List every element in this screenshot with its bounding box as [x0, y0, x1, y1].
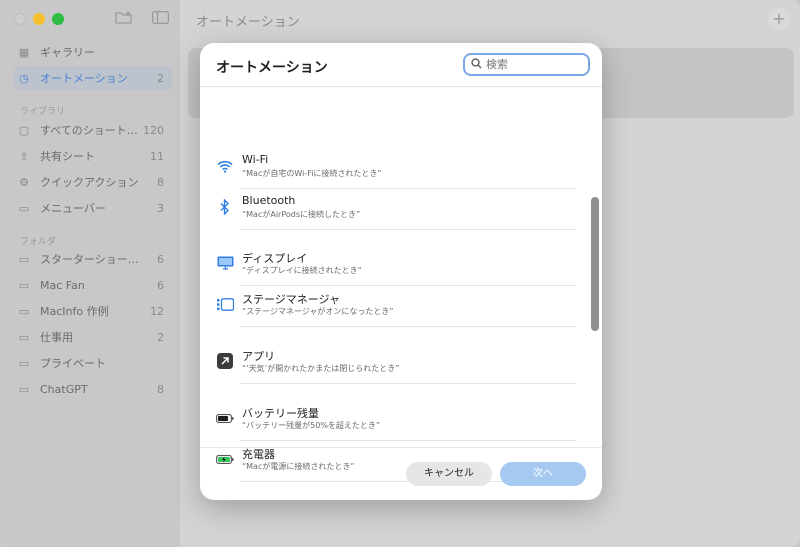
sidebar-item-count: 8 [157, 175, 164, 189]
list-item-subtitle: “MacがAirPodsに接続したとき” [242, 210, 361, 219]
list-item-bluetooth[interactable]: Bluetooth “MacがAirPodsに接続したとき” [216, 194, 576, 234]
row-divider [240, 188, 576, 189]
search-input[interactable] [486, 58, 576, 71]
wifi-icon [216, 157, 234, 175]
cancel-button[interactable]: キャンセル [406, 462, 492, 486]
folder-icon: ▭ [18, 356, 30, 370]
share-icon: ⇪ [19, 149, 29, 163]
automation-modal: オートメーション Wi-Fi “Macが自宅のWi-Fiに接続されたとき” Bl… [200, 43, 602, 500]
sidebar-item-label: プライベート [40, 357, 106, 370]
list-item-title: ステージマネージャ [242, 293, 341, 306]
folder-icon: ▭ [18, 382, 30, 396]
list-item-stage-manager[interactable]: ステージマネージャ “ステージマネージャがオンになったとき” [216, 291, 576, 331]
list-item-title: アプリ [242, 350, 275, 363]
maximize-window-button[interactable] [52, 13, 64, 25]
list-item-app[interactable]: アプリ “‘天気’が開かれたかまたは閉じられたとき” [216, 348, 576, 388]
list-item-subtitle: “‘天気’が開かれたかまたは閉じられたとき” [242, 364, 400, 373]
sidebar-item-count: 3 [157, 201, 164, 215]
sidebar-item-all-shortcuts[interactable]: ▢ すべてのショート… 120 [14, 118, 172, 142]
trigger-list: Wi-Fi “Macが自宅のWi-Fiに接続されたとき” Bluetooth “… [200, 87, 602, 482]
menu-bar-icon: ▭ [18, 201, 30, 215]
sidebar-item-label: Mac Fan [40, 278, 85, 292]
row-divider [240, 383, 576, 384]
sidebar-item-label: オートメーション [40, 72, 128, 85]
sidebar-item-label: MacInfo 作例 [40, 305, 109, 318]
titlebar: オートメーション + [0, 0, 800, 38]
sidebar-folder-work[interactable]: ▭ 仕事用 2 [14, 325, 172, 349]
row-divider [240, 285, 576, 286]
sidebar-item-count: 12 [150, 304, 164, 318]
sidebar-item-label: すべてのショート… [40, 124, 138, 137]
list-item-subtitle: “Macが電源に接続されたとき” [242, 462, 355, 471]
sidebar-folder-chatgpt[interactable]: ▭ ChatGPT 8 [14, 377, 172, 401]
sidebar-item-automation[interactable]: ◷ オートメーション 2 [14, 66, 172, 90]
row-divider [240, 229, 576, 230]
sidebar-item-count: 6 [157, 252, 164, 266]
minimize-window-button[interactable] [33, 13, 45, 25]
sidebar-item-count: 6 [157, 278, 164, 292]
list-item-title: ディスプレイ [242, 252, 308, 265]
scrollbar-thumb[interactable] [591, 197, 599, 331]
sidebar-item-count: 11 [150, 149, 164, 163]
search-field[interactable] [463, 53, 590, 76]
sidebar-item-label: クイックアクション [40, 176, 139, 189]
sidebar-item-label: メニューバー [40, 202, 106, 215]
sidebar-toggle-icon[interactable] [152, 11, 170, 28]
sidebar-item-count: 120 [143, 123, 164, 137]
sidebar-item-gallery[interactable]: ▦ ギャラリー [14, 40, 172, 64]
list-item-wifi[interactable]: Wi-Fi “Macが自宅のWi-Fiに接続されたとき” [216, 153, 576, 193]
sidebar-item-label: ギャラリー [40, 46, 95, 59]
list-item-subtitle: “ステージマネージャがオンになったとき” [242, 307, 394, 316]
sidebar-item-label: 共有シート [40, 150, 95, 163]
bluetooth-icon [216, 198, 234, 216]
sidebar-item-label: スターターショートカ… [40, 253, 142, 266]
stage-manager-icon [216, 295, 234, 313]
sidebar-item-count: 8 [157, 382, 164, 396]
folder-icon: ▭ [18, 304, 30, 318]
list-item-subtitle: “Macが自宅のWi-Fiに接続されたとき” [242, 169, 382, 178]
modal-footer-divider [200, 447, 602, 448]
list-item-subtitle: “ディスプレイに接続されたとき” [242, 266, 362, 275]
battery-icon [216, 409, 234, 427]
sidebar-folder-macinfo[interactable]: ▭ MacInfo 作例 12 [14, 299, 172, 323]
shortcuts-icon: ▢ [18, 123, 30, 137]
folder-icon: ▭ [18, 252, 30, 266]
list-item-display[interactable]: ディスプレイ “ディスプレイに接続されたとき” [216, 250, 576, 290]
window-title: オートメーション [196, 15, 300, 30]
new-folder-icon[interactable] [115, 11, 133, 28]
next-button[interactable]: 次へ [500, 462, 586, 486]
row-divider [240, 326, 576, 327]
add-automation-button[interactable]: + [768, 8, 790, 30]
gear-icon: ⚙ [19, 175, 29, 189]
sidebar-item-label: 仕事用 [40, 331, 73, 344]
folder-icon: ▭ [18, 278, 30, 292]
library-header: ライブラリ [20, 107, 66, 117]
clock-icon: ◷ [19, 71, 29, 85]
sidebar-folder-private[interactable]: ▭ プライベート [14, 351, 172, 375]
display-icon [216, 254, 234, 272]
list-item-battery[interactable]: バッテリー残量 “バッテリー残量が50%を超えたとき” [216, 405, 576, 445]
folder-icon: ▭ [18, 330, 30, 344]
list-item-subtitle: “バッテリー残量が50%を超えたとき” [242, 421, 381, 430]
sidebar-item-count: 2 [157, 330, 164, 344]
sidebar-folder-starter[interactable]: ▭ スターターショートカ… 6 [14, 247, 172, 271]
sidebar-item-share-sheet[interactable]: ⇪ 共有シート 11 [14, 144, 172, 168]
row-divider [240, 440, 576, 441]
list-item-title: Wi-Fi [242, 153, 269, 166]
sidebar-folder-mac-fan[interactable]: ▭ Mac Fan 6 [14, 273, 172, 297]
sidebar-item-count: 2 [157, 71, 164, 85]
sidebar-item-menu-bar[interactable]: ▭ メニューバー 3 [14, 196, 172, 220]
list-item-title: 充電器 [242, 448, 275, 461]
sidebar-item-quick-actions[interactable]: ⚙ クイックアクション 8 [14, 170, 172, 194]
modal-title: オートメーション [216, 60, 328, 76]
app-icon [216, 352, 234, 370]
folder-header: フォルダ [20, 237, 57, 247]
sidebar-item-label: ChatGPT [40, 382, 88, 396]
list-item-title: Bluetooth [242, 194, 296, 207]
list-item-title: バッテリー残量 [242, 407, 319, 420]
gallery-icon: ▦ [18, 45, 30, 59]
search-icon [471, 57, 482, 72]
close-window-button[interactable] [14, 13, 26, 25]
charger-icon [216, 450, 234, 468]
